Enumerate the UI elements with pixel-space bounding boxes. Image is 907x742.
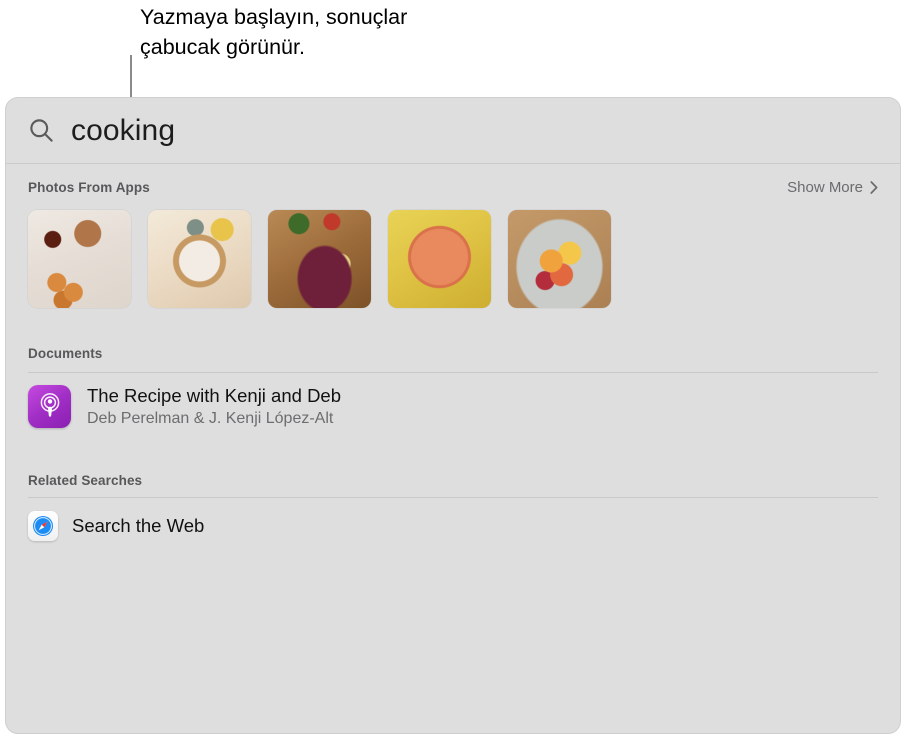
- section-photos-from-apps: Photos From Apps Show More: [6, 170, 900, 308]
- photo-thumbnail[interactable]: [268, 210, 371, 308]
- result-title: The Recipe with Kenji and Deb: [87, 384, 342, 406]
- related-item-label: Search the Web: [72, 515, 205, 536]
- search-icon: [30, 119, 53, 142]
- photos-section-header: Photos From Apps Show More: [28, 170, 878, 204]
- list-item-search-the-web[interactable]: Search the Web: [28, 504, 878, 548]
- show-more-label: Show More: [787, 178, 863, 196]
- documents-divider: [28, 372, 878, 373]
- list-item[interactable]: The Recipe with Kenji and Deb Deb Perelm…: [28, 377, 878, 435]
- safari-icon: [28, 511, 58, 541]
- related-section-header: Related Searches: [28, 463, 878, 497]
- section-related-searches: Related Searches Search the Web: [6, 463, 900, 548]
- search-input-value[interactable]: cooking: [71, 114, 175, 148]
- photo-thumbnail[interactable]: [388, 210, 491, 308]
- show-more-button[interactable]: Show More: [787, 179, 878, 196]
- documents-section-title: Documents: [28, 345, 103, 361]
- callout-text: Yazmaya başlayın, sonuçlar çabucak görün…: [140, 5, 408, 59]
- chevron-right-icon: [870, 180, 878, 194]
- section-documents: Documents The Recipe with Kenji and Deb …: [6, 336, 900, 435]
- related-section-title: Related Searches: [28, 472, 143, 488]
- photos-section-title: Photos From Apps: [28, 179, 150, 195]
- photo-thumbnail[interactable]: [508, 210, 611, 308]
- documents-section-header: Documents: [28, 336, 878, 370]
- related-divider: [28, 497, 878, 498]
- search-field[interactable]: cooking: [6, 98, 900, 163]
- photo-thumbnail[interactable]: [28, 210, 131, 308]
- result-subtitle: Deb Perelman & J. Kenji López-Alt: [87, 409, 334, 427]
- spotlight-window: cooking Photos From Apps Show More Docum…: [5, 97, 901, 734]
- result-text: The Recipe with Kenji and Deb Deb Perelm…: [87, 385, 341, 428]
- photo-thumbnail[interactable]: [148, 210, 251, 308]
- podcasts-icon: [28, 384, 71, 428]
- search-divider: [6, 163, 900, 164]
- photo-thumbnail-strip[interactable]: [28, 210, 878, 308]
